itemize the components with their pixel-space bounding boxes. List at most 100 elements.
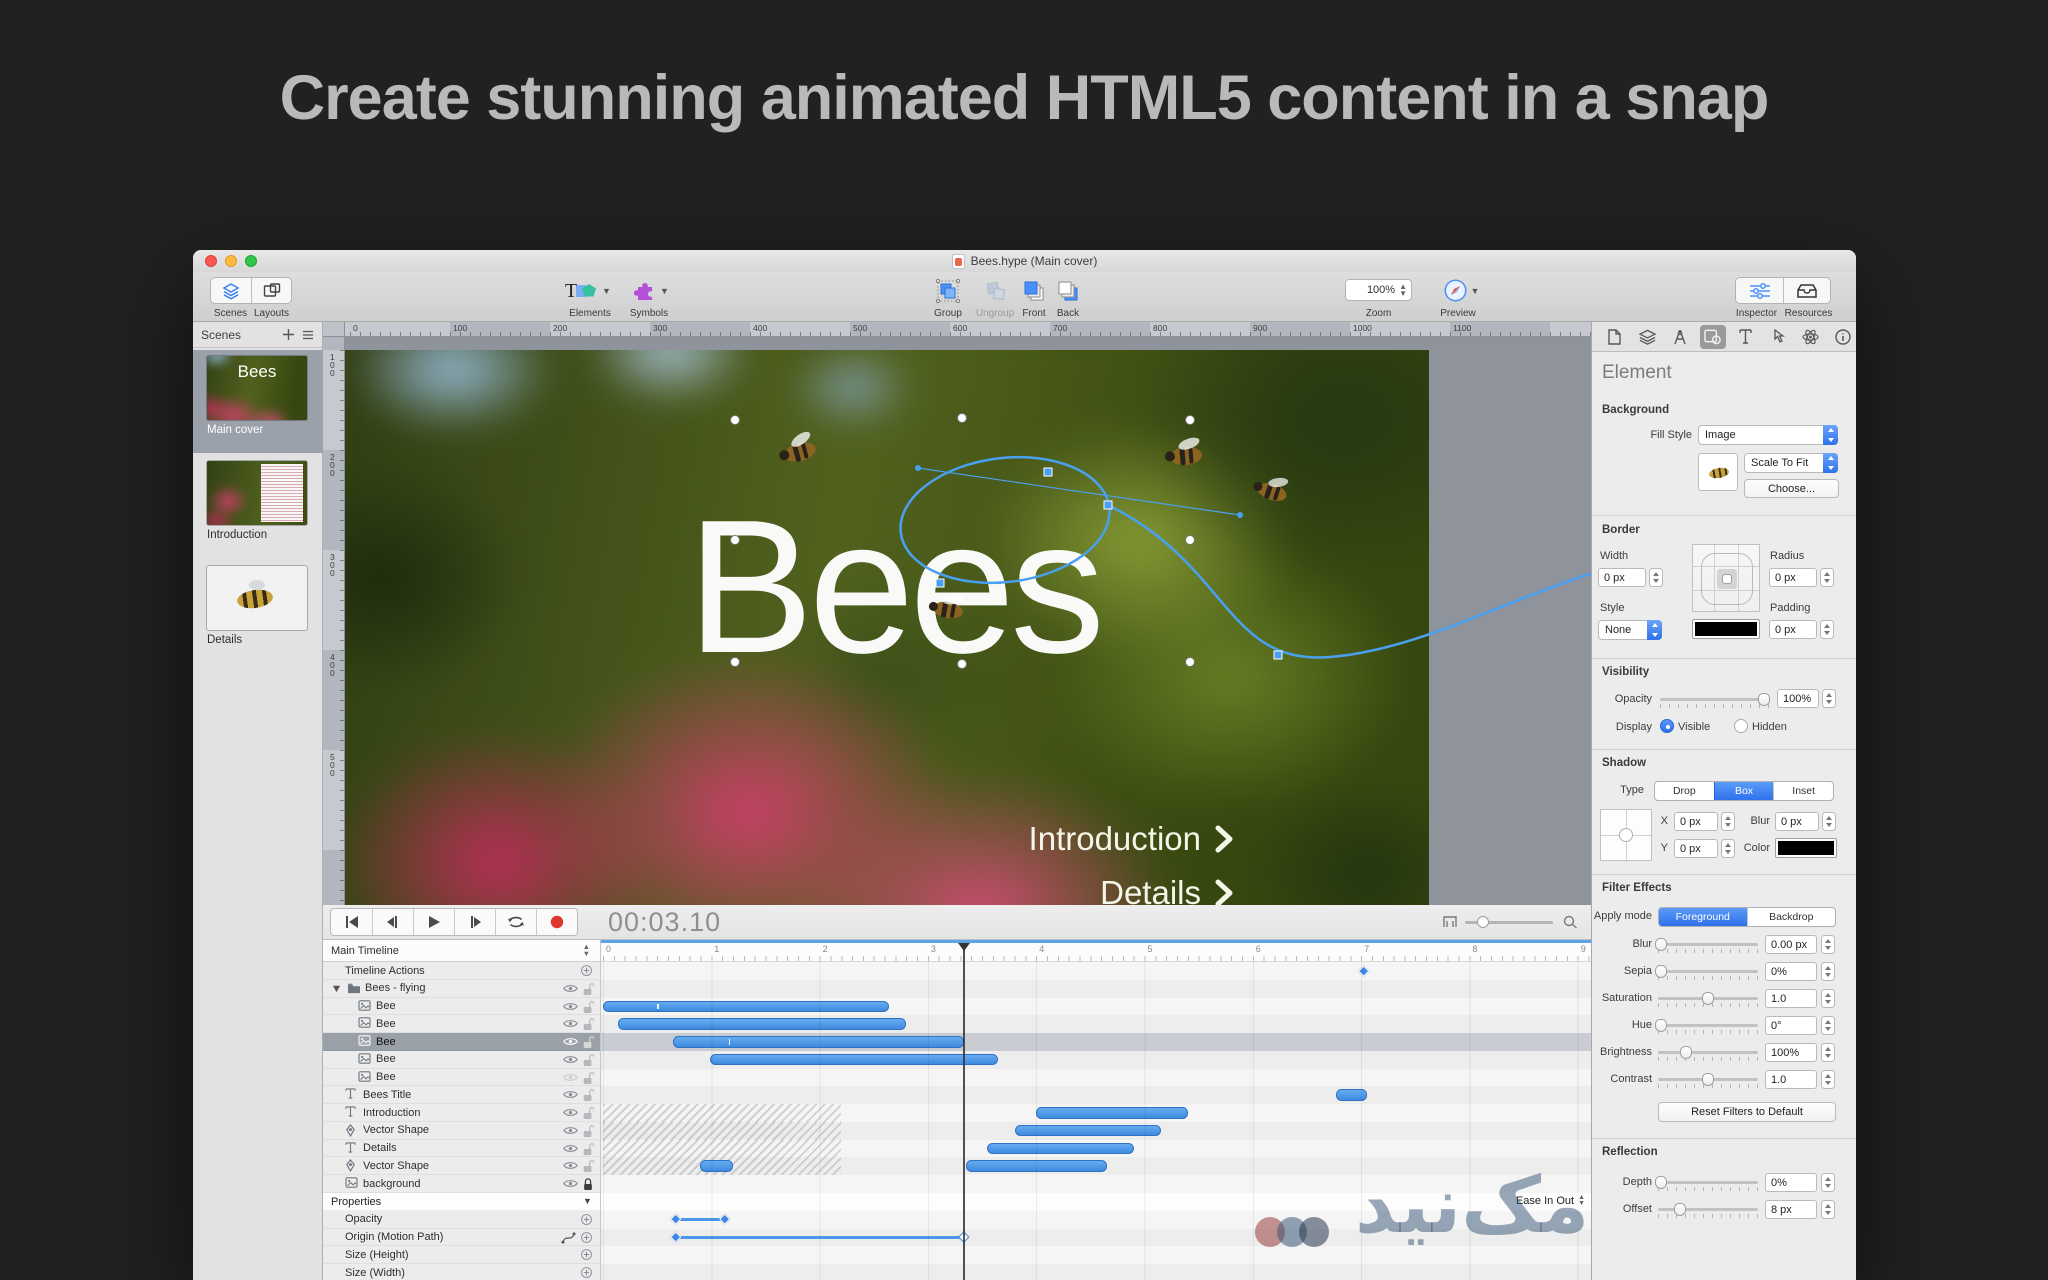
inspector-tab-physics[interactable]: [1798, 325, 1824, 349]
animation-bar[interactable]: [1336, 1089, 1367, 1101]
track-row[interactable]: [601, 1015, 1591, 1034]
timeline-row-origin-motion-path-[interactable]: Origin (Motion Path): [323, 1228, 600, 1247]
visibility-eye-icon[interactable]: [563, 983, 578, 994]
border-width-input[interactable]: 0 px: [1598, 568, 1646, 587]
animation-bar[interactable]: [1036, 1107, 1188, 1119]
track-row[interactable]: [601, 997, 1591, 1016]
visibility-eye-icon[interactable]: [563, 1036, 578, 1047]
resources-button[interactable]: [1783, 278, 1830, 303]
reflection-offset-stepper[interactable]: [1821, 1200, 1835, 1219]
apply-mode-foreground[interactable]: Foreground: [1659, 908, 1747, 926]
track-row[interactable]: [601, 1050, 1591, 1069]
filter-blur-slider[interactable]: [1655, 938, 1758, 953]
step-back-button[interactable]: [372, 909, 413, 935]
shadow-type-inset[interactable]: Inset: [1773, 782, 1833, 800]
track-row[interactable]: [601, 962, 1591, 980]
lock-closed-icon[interactable]: [582, 1177, 594, 1191]
lock-open-icon[interactable]: [582, 1159, 594, 1173]
keyframe-diamond[interactable]: [669, 1213, 681, 1225]
scene-item-main-cover[interactable]: Bees Main cover: [193, 350, 323, 453]
filter-blur-value[interactable]: 0.00 px: [1765, 935, 1817, 954]
shadow-type-box[interactable]: Box: [1713, 782, 1774, 800]
border-color-swatch[interactable]: [1692, 619, 1760, 639]
timeline-row-opacity[interactable]: Opacity: [323, 1210, 600, 1229]
animation-bar[interactable]: [987, 1142, 1134, 1155]
lock-open-icon[interactable]: [582, 1053, 594, 1067]
preview-button[interactable]: ▼: [1438, 277, 1484, 304]
filter-brightness-slider[interactable]: [1658, 1046, 1758, 1061]
animation-bar[interactable]: [700, 1160, 733, 1172]
keyframe-view-icon[interactable]: [1443, 916, 1457, 928]
record-button[interactable]: [536, 909, 577, 935]
keyframe-diamond[interactable]: [1358, 965, 1370, 977]
filter-sepia-value[interactable]: 0%: [1765, 962, 1817, 981]
track-row[interactable]: [601, 979, 1591, 998]
visibility-eye-icon[interactable]: [563, 1143, 578, 1154]
lock-open-icon[interactable]: [582, 1088, 594, 1102]
bees-title-element[interactable]: Bees: [687, 478, 1307, 696]
animation-bar[interactable]: [618, 1018, 907, 1030]
apply-mode-backdrop[interactable]: Backdrop: [1746, 908, 1836, 926]
reflection-depth-value[interactable]: 0%: [1765, 1173, 1817, 1192]
shadow-offset-widget[interactable]: [1600, 809, 1653, 862]
display-visible-radio[interactable]: [1660, 719, 1674, 733]
display-hidden-radio[interactable]: [1734, 719, 1748, 733]
jump-to-start-button[interactable]: [331, 909, 372, 935]
lock-open-icon[interactable]: [582, 982, 594, 996]
track-row[interactable]: [601, 1210, 1591, 1229]
scene-menu-icon[interactable]: [302, 329, 314, 341]
slider-knob[interactable]: [1477, 916, 1489, 928]
inspector-tab-identity[interactable]: [1830, 325, 1856, 349]
shadow-x-stepper[interactable]: [1721, 812, 1735, 831]
visibility-eye-icon[interactable]: [563, 1089, 578, 1100]
visibility-eye-icon[interactable]: [563, 1018, 578, 1029]
symbols-button[interactable]: ▼: [630, 277, 672, 304]
border-width-stepper[interactable]: [1649, 568, 1663, 587]
reflection-offset-value[interactable]: 8 px: [1765, 1200, 1817, 1219]
track-row[interactable]: [601, 1228, 1591, 1247]
visibility-eye-icon[interactable]: [563, 1054, 578, 1065]
scene-item-introduction[interactable]: Introduction: [193, 455, 323, 558]
ease-select[interactable]: Ease In Out ▲ ▼: [1516, 1194, 1585, 1207]
ungroup-button[interactable]: [973, 277, 1019, 304]
visibility-eye-icon[interactable]: [563, 1160, 578, 1171]
track-row[interactable]: [601, 1157, 1591, 1176]
opacity-value[interactable]: 100%: [1777, 689, 1819, 708]
reflection-depth-slider[interactable]: [1655, 1176, 1758, 1191]
close-button[interactable]: [205, 255, 217, 267]
filter-contrast-value[interactable]: 1.0: [1765, 1070, 1817, 1089]
traffic-lights[interactable]: [205, 255, 257, 267]
track-row[interactable]: Ease In Out ▲ ▼: [601, 1193, 1591, 1211]
reset-filters-button[interactable]: Reset Filters to Default: [1658, 1102, 1836, 1122]
filter-contrast-stepper[interactable]: [1821, 1070, 1835, 1089]
timeline-row-bee[interactable]: Bee: [323, 1050, 600, 1069]
add-keyframe-icon[interactable]: [581, 1231, 592, 1243]
elements-button[interactable]: T ▼: [563, 277, 613, 304]
reflection-offset-slider[interactable]: [1658, 1203, 1758, 1218]
add-scene-icon[interactable]: [282, 328, 295, 341]
slider-knob[interactable]: [1655, 965, 1667, 978]
timeline-row-vector-shape[interactable]: Vector Shape: [323, 1157, 600, 1176]
shadow-y-input[interactable]: 0 px: [1674, 839, 1718, 858]
shadow-color-swatch[interactable]: [1775, 838, 1837, 858]
shadow-type-drop[interactable]: Drop: [1655, 782, 1714, 800]
visibility-eye-icon[interactable]: [563, 1125, 578, 1136]
filter-blur-stepper[interactable]: [1821, 935, 1835, 954]
slider-knob[interactable]: [1680, 1046, 1692, 1059]
timeline-zoom-icon[interactable]: [1563, 915, 1578, 929]
playhead-marker[interactable]: [957, 943, 970, 951]
minimize-button[interactable]: [225, 255, 237, 267]
filter-contrast-slider[interactable]: [1658, 1073, 1758, 1088]
playhead-line[interactable]: [963, 944, 965, 1280]
visibility-eye-icon[interactable]: [563, 1107, 578, 1118]
shadow-y-stepper[interactable]: [1721, 839, 1735, 858]
timeline-row-size-width-[interactable]: Size (Width): [323, 1264, 600, 1280]
timeline-row-introduction[interactable]: Introduction: [323, 1104, 600, 1122]
filter-saturation-slider[interactable]: [1658, 992, 1758, 1007]
scenes-button[interactable]: [211, 278, 251, 303]
track-row[interactable]: [601, 1246, 1591, 1265]
filter-hue-value[interactable]: 0°: [1765, 1016, 1817, 1035]
shadow-blur-input[interactable]: 0 px: [1775, 812, 1819, 831]
animation-bar[interactable]: [673, 1036, 964, 1048]
disclosure-triangle-icon[interactable]: [332, 984, 341, 993]
